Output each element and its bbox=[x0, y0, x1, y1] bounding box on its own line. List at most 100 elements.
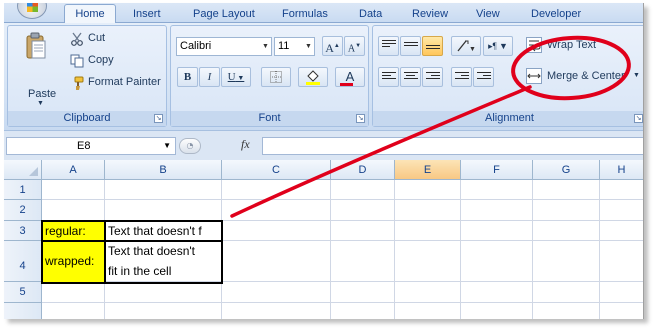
tab-page-layout[interactable]: Page Layout bbox=[193, 6, 255, 23]
shrink-font-button[interactable]: A▼ bbox=[344, 36, 365, 56]
font-color-swatch bbox=[340, 83, 353, 86]
borders-icon bbox=[270, 71, 282, 83]
paragraph-direction-button[interactable]: ▸¶ ▼ bbox=[483, 36, 513, 56]
decrease-indent-button[interactable] bbox=[451, 67, 472, 87]
select-all-button[interactable] bbox=[4, 160, 42, 180]
clipboard-group-label: Clipboard bbox=[8, 111, 166, 126]
increase-indent-button[interactable] bbox=[473, 67, 494, 87]
cell-a3[interactable]: regular: bbox=[43, 221, 105, 241]
underline-button[interactable]: U ▼ bbox=[221, 67, 251, 87]
row-header-3[interactable]: 3 bbox=[4, 221, 42, 241]
ribbon: Paste ▼ Cut Copy Format Painter Clipboar… bbox=[4, 23, 643, 130]
chevron-down-icon[interactable]: ▼ bbox=[633, 72, 640, 79]
tab-view[interactable]: View bbox=[476, 6, 500, 23]
merge-center-icon bbox=[526, 68, 542, 84]
align-left-button[interactable] bbox=[378, 67, 399, 87]
ribbon-tab-bar: Home Insert Page Layout Formulas Data Re… bbox=[4, 3, 643, 24]
font-name-value: Calibri bbox=[180, 40, 212, 52]
grow-font-button[interactable]: A▲ bbox=[322, 36, 343, 56]
row-header-1[interactable]: 1 bbox=[4, 180, 42, 200]
tab-home[interactable]: Home bbox=[64, 4, 116, 24]
alignment-group-label: Alignment bbox=[373, 111, 643, 126]
paste-icon[interactable] bbox=[26, 32, 46, 60]
chevron-down-icon[interactable]: ▼ bbox=[260, 38, 271, 55]
gridline bbox=[42, 199, 643, 200]
column-header-g[interactable]: G bbox=[533, 160, 600, 180]
column-header-a[interactable]: A bbox=[42, 160, 105, 180]
cell-b3[interactable]: Text that doesn't f bbox=[106, 221, 222, 241]
row-header-2[interactable]: 2 bbox=[4, 200, 42, 221]
copy-button[interactable]: Copy bbox=[88, 54, 114, 66]
range-border bbox=[104, 220, 106, 284]
gridline bbox=[330, 180, 331, 319]
orientation-icon: ▼ bbox=[457, 40, 476, 53]
chevron-down-icon[interactable]: ▼ bbox=[37, 100, 44, 107]
row-header-5[interactable]: 5 bbox=[4, 282, 42, 303]
orientation-button[interactable]: ▼ bbox=[451, 36, 481, 56]
font-size-select[interactable]: 11 ▼ bbox=[274, 37, 315, 56]
tab-developer[interactable]: Developer bbox=[531, 6, 581, 23]
range-border bbox=[41, 240, 223, 242]
dialog-launcher-icon[interactable]: ↘ bbox=[154, 114, 163, 123]
gridline bbox=[42, 302, 643, 303]
alignment-group: ▼ ▸¶ ▼ Wrap Text Merge & Center ▼ Alignm… bbox=[372, 25, 643, 127]
formula-bar: E8 ▼ ◔ fx bbox=[4, 130, 643, 160]
column-header-f[interactable]: F bbox=[461, 160, 533, 180]
font-name-select[interactable]: Calibri ▼ bbox=[176, 37, 272, 56]
gridline bbox=[394, 180, 395, 319]
insert-function-button[interactable]: fx bbox=[241, 137, 250, 152]
name-box[interactable]: E8 ▼ bbox=[6, 137, 176, 155]
font-group-label: Font bbox=[171, 111, 368, 126]
cell-b4-line-2: fit in the cell bbox=[108, 264, 172, 278]
chevron-down-icon[interactable]: ▼ bbox=[303, 38, 314, 55]
format-painter-button[interactable]: Format Painter bbox=[88, 76, 161, 88]
middle-align-button[interactable] bbox=[400, 36, 421, 56]
cut-button[interactable]: Cut bbox=[88, 32, 105, 44]
formula-input[interactable] bbox=[262, 137, 643, 155]
paste-button[interactable]: Paste bbox=[28, 88, 56, 100]
borders-button[interactable] bbox=[261, 67, 291, 87]
cell-b4[interactable]: Text that doesn't fit in the cell bbox=[106, 241, 222, 282]
office-logo-icon bbox=[27, 3, 38, 12]
office-button[interactable] bbox=[17, 3, 47, 19]
dialog-launcher-icon[interactable]: ↘ bbox=[356, 114, 365, 123]
worksheet-grid[interactable]: A B C D E F G H 1 2 3 4 5 regular: Text … bbox=[4, 160, 643, 319]
chevron-down-icon[interactable]: ▼ bbox=[163, 138, 171, 154]
italic-button[interactable]: I bbox=[199, 67, 220, 87]
column-header-e[interactable]: E bbox=[395, 160, 461, 180]
top-align-button[interactable] bbox=[378, 36, 399, 56]
row-header-4[interactable]: 4 bbox=[4, 241, 42, 282]
bold-button[interactable]: B bbox=[177, 67, 198, 87]
cell-b4-line-1: Text that doesn't bbox=[108, 244, 196, 258]
gridline bbox=[460, 180, 461, 319]
dialog-launcher-icon[interactable]: ↘ bbox=[634, 114, 643, 123]
bottom-align-button[interactable] bbox=[422, 36, 443, 56]
tab-review[interactable]: Review bbox=[412, 6, 448, 23]
fill-color-button[interactable] bbox=[298, 67, 328, 87]
scissors-icon bbox=[70, 31, 84, 46]
align-right-button[interactable] bbox=[422, 67, 443, 87]
gridline bbox=[599, 180, 600, 319]
column-header-d[interactable]: D bbox=[331, 160, 395, 180]
align-center-button[interactable] bbox=[400, 67, 421, 87]
wrap-text-button[interactable]: Wrap Text bbox=[547, 39, 596, 51]
font-group: Calibri ▼ 11 ▼ A▲ A▼ B I U ▼ A Font ↘ bbox=[170, 25, 369, 127]
row-header-6[interactable] bbox=[4, 303, 42, 319]
tab-data[interactable]: Data bbox=[359, 6, 382, 23]
tab-insert[interactable]: Insert bbox=[133, 6, 161, 23]
column-header-c[interactable]: C bbox=[222, 160, 331, 180]
paint-bucket-icon bbox=[306, 70, 320, 85]
copy-icon bbox=[70, 53, 84, 68]
font-color-button[interactable]: A bbox=[335, 67, 365, 87]
wrap-text-icon bbox=[526, 37, 542, 53]
cell-a4[interactable]: wrapped: bbox=[43, 241, 105, 282]
formula-bar-collapse-button[interactable]: ◔ bbox=[179, 138, 201, 154]
format-painter-icon bbox=[70, 75, 84, 90]
excel-window: Home Insert Page Layout Formulas Data Re… bbox=[4, 3, 644, 319]
gridline bbox=[532, 180, 533, 319]
merge-center-button[interactable]: Merge & Center bbox=[547, 70, 625, 82]
svg-text:▼: ▼ bbox=[469, 45, 476, 53]
column-header-h[interactable]: H bbox=[600, 160, 643, 180]
column-header-b[interactable]: B bbox=[105, 160, 222, 180]
tab-formulas[interactable]: Formulas bbox=[282, 6, 328, 23]
